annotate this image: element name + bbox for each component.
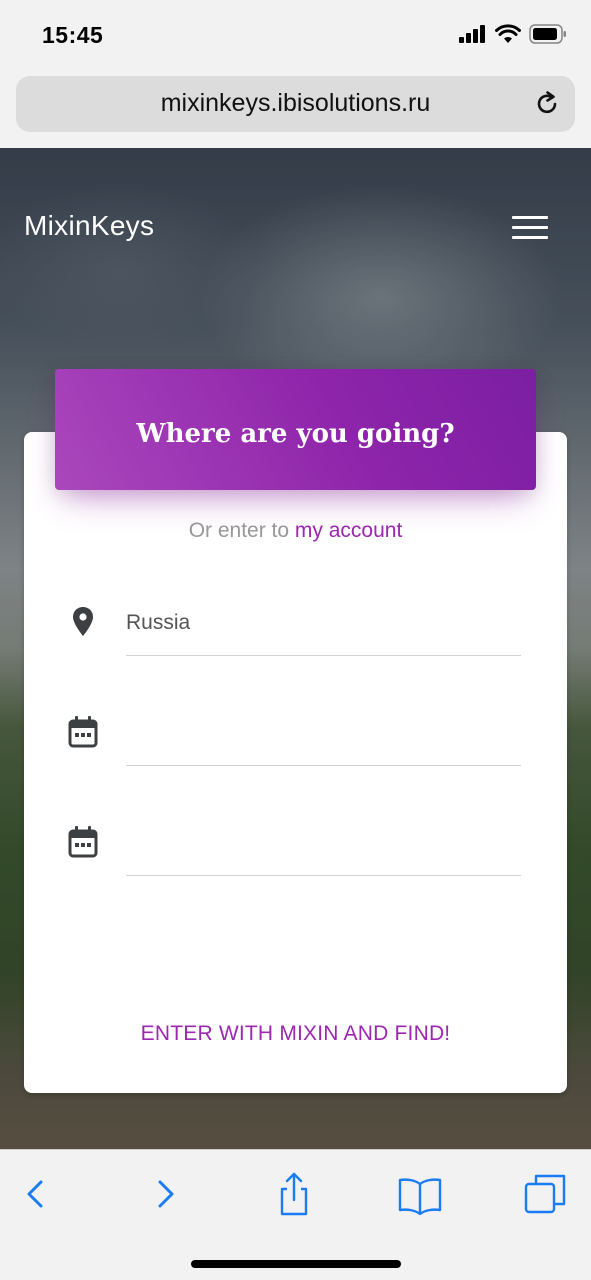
login-prompt: Or enter to my account xyxy=(24,519,567,543)
login-prompt-text: Or enter to xyxy=(188,519,290,542)
cellular-signal-icon xyxy=(459,25,485,43)
search-card: Or enter to my account Russia ENTER WITH… xyxy=(24,432,567,1093)
calendar-icon xyxy=(68,826,98,858)
find-button[interactable]: ENTER WITH MIXIN AND FIND! xyxy=(24,1022,567,1046)
destination-input[interactable] xyxy=(126,596,521,656)
destination-field-row xyxy=(66,596,521,656)
chevron-right-icon[interactable] xyxy=(142,1170,190,1218)
address-bar[interactable]: mixinkeys.ibisolutions.ru xyxy=(16,76,575,132)
book-icon[interactable] xyxy=(396,1170,444,1218)
map-marker-icon xyxy=(73,607,93,636)
status-time: 15:45 xyxy=(42,22,104,48)
date-from-input[interactable] xyxy=(126,706,521,766)
site-logo[interactable]: MixinKeys xyxy=(24,210,154,242)
date-from-field-row xyxy=(66,706,521,766)
browser-toolbar xyxy=(0,1149,591,1280)
card-header: Where are you going? xyxy=(55,369,536,490)
url-text[interactable]: mixinkeys.ibisolutions.ru xyxy=(16,89,575,118)
home-indicator xyxy=(191,1260,401,1268)
status-icons xyxy=(459,24,567,44)
reload-icon[interactable] xyxy=(533,90,561,118)
date-to-field-row xyxy=(66,816,521,876)
menu-icon[interactable] xyxy=(512,216,548,240)
my-account-link[interactable]: my account xyxy=(295,519,402,542)
web-content: MixinKeys Or enter to my account Russia … xyxy=(0,148,591,1149)
chevron-left-icon[interactable] xyxy=(11,1170,59,1218)
date-to-input[interactable] xyxy=(126,816,521,876)
calendar-icon xyxy=(68,716,98,748)
status-bar: 15:45 xyxy=(0,0,591,72)
tabs-icon[interactable] xyxy=(522,1170,570,1218)
card-title: Where are you going? xyxy=(136,419,455,449)
share-icon[interactable] xyxy=(270,1170,318,1218)
battery-icon xyxy=(529,24,566,44)
wifi-icon xyxy=(495,24,521,43)
